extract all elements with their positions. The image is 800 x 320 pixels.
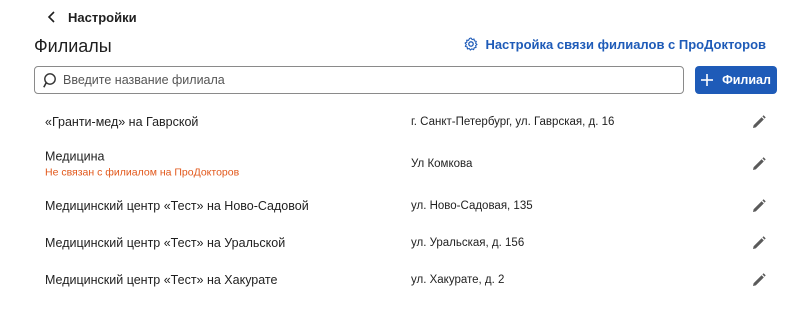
branch-list: «Гранти-мед» на Гаврской г. Санкт-Петерб…: [0, 103, 800, 298]
back-label[interactable]: Настройки: [68, 10, 137, 25]
prodoctorov-settings-link[interactable]: Настройка связи филиалов с ПроДокторов: [464, 35, 766, 53]
add-branch-button[interactable]: Филиал: [695, 66, 777, 94]
back-link[interactable]: Настройки: [44, 8, 137, 26]
branch-address: ул. Ново-Садовая, 135: [411, 199, 533, 212]
plus-icon: [701, 74, 714, 86]
pencil-icon[interactable]: [752, 272, 766, 287]
branch-address: ул. Уральская, д. 156: [411, 236, 525, 249]
search-input[interactable]: [63, 73, 663, 87]
pencil-icon[interactable]: [752, 114, 766, 129]
branch-row[interactable]: «Гранти-мед» на Гаврской г. Санкт-Петерб…: [0, 103, 800, 140]
branch-name: «Гранти-мед» на Гаврской: [45, 114, 199, 129]
pencil-icon[interactable]: [752, 235, 766, 250]
pencil-icon[interactable]: [752, 156, 766, 171]
search-icon: [43, 72, 59, 88]
branch-address: ул. Хакурате, д. 2: [411, 273, 505, 286]
branch-address: г. Санкт-Петербург, ул. Гаврская, д. 16: [411, 115, 615, 128]
branch-row[interactable]: Медицинский центр «Тест» на Хакурате ул.…: [0, 261, 800, 298]
chevron-left-icon[interactable]: [44, 9, 60, 25]
branch-name: Медицинский центр «Тест» на Ново-Садовой: [45, 198, 309, 213]
page-title: Филиалы: [34, 36, 112, 56]
branch-name: Медицина: [45, 149, 105, 163]
branch-name: Медицинский центр «Тест» на Хакурате: [45, 272, 278, 287]
branch-row[interactable]: Медицинский центр «Тест» на Уральской ул…: [0, 224, 800, 261]
search-field[interactable]: [34, 66, 684, 94]
branch-row[interactable]: Медицинский центр «Тест» на Ново-Садовой…: [0, 187, 800, 224]
branch-row[interactable]: Медицина Не связан с филиалом на ПроДокт…: [0, 140, 800, 187]
branch-name: Медицинский центр «Тест» на Уральской: [45, 235, 286, 250]
add-branch-label[interactable]: Филиал: [722, 73, 771, 87]
pencil-icon[interactable]: [752, 198, 766, 213]
branch-address: Ул Комкова: [411, 157, 473, 170]
not-linked-warning: Не связан с филиалом на ПроДокторов: [45, 166, 240, 178]
settings-link-label[interactable]: Настройка связи филиалов с ПроДокторов: [485, 37, 766, 52]
gear-icon[interactable]: [464, 37, 478, 51]
